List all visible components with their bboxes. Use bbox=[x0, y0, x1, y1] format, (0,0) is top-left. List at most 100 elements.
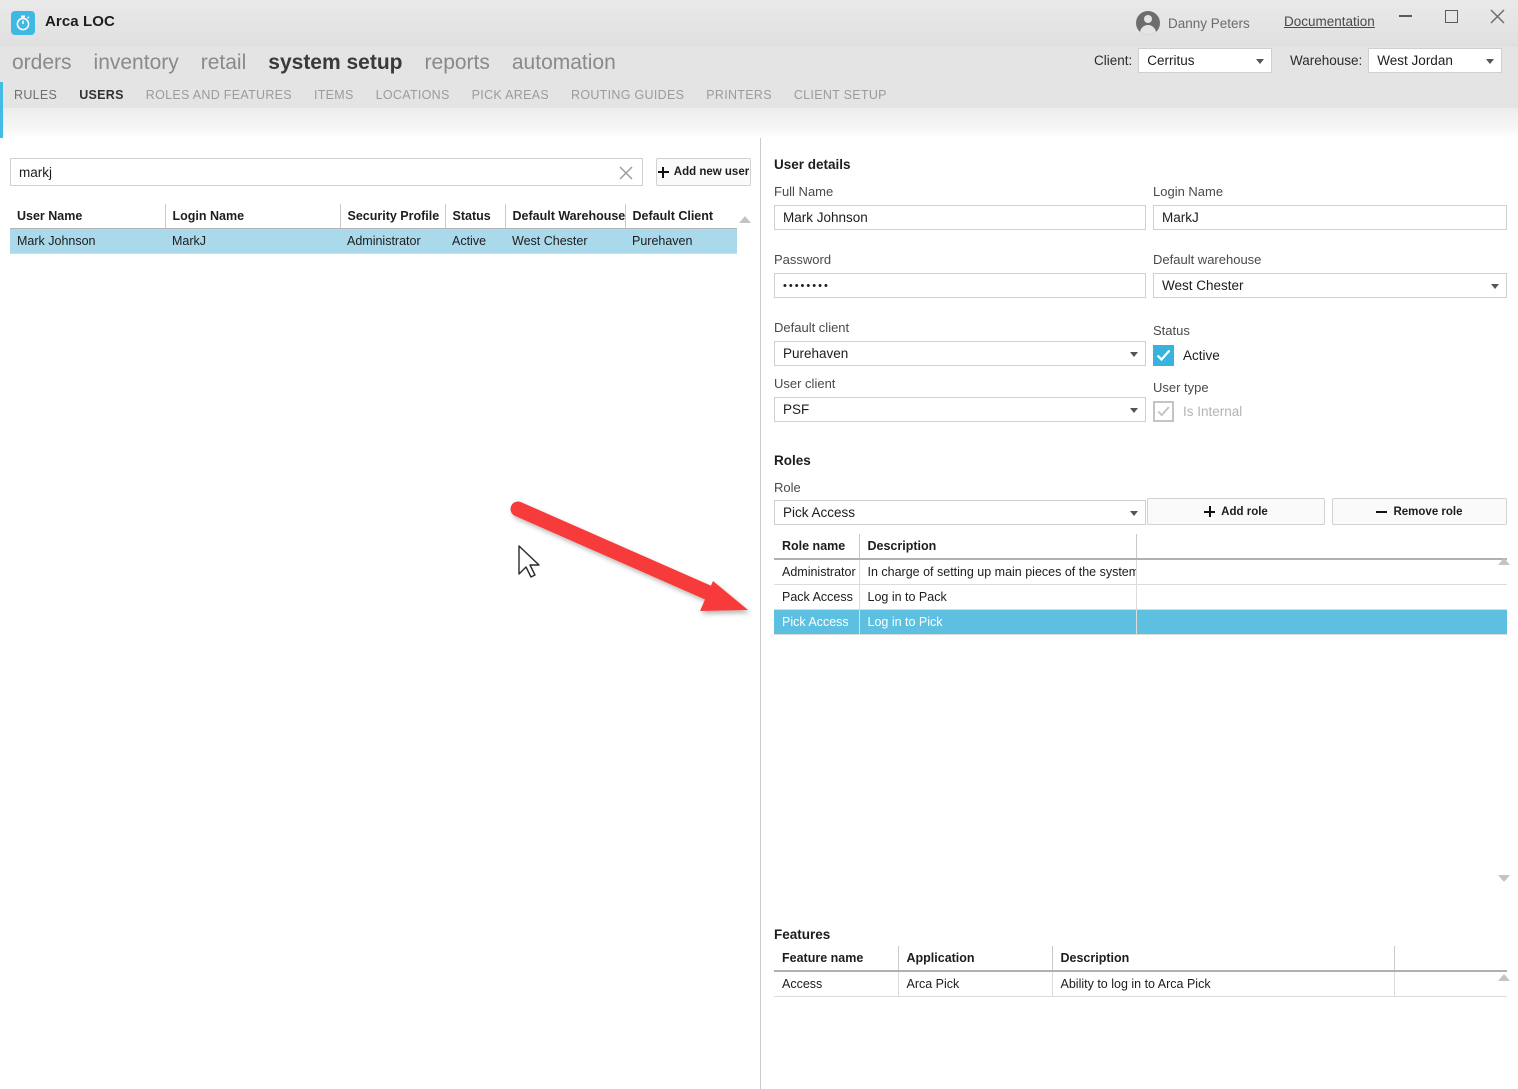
scroll-up-icon[interactable] bbox=[739, 216, 751, 223]
client-dropdown[interactable]: Cerritus bbox=[1138, 48, 1273, 73]
user-client-dropdown[interactable]: PSF bbox=[774, 397, 1146, 422]
default-client-dropdown[interactable]: Purehaven bbox=[774, 341, 1146, 366]
warehouse-selector[interactable]: Warehouse: West Jordan bbox=[1290, 48, 1503, 73]
scroll-up-icon[interactable] bbox=[1498, 974, 1510, 981]
minimize-icon bbox=[1398, 15, 1412, 17]
default-warehouse-value: West Chester bbox=[1162, 278, 1244, 293]
table-cell: Administrator bbox=[340, 228, 445, 254]
users-table: User Name Login Name Security Profile Statu… bbox=[10, 204, 737, 254]
subnav-item-roles-and-features[interactable]: ROLES AND FEATURES bbox=[146, 88, 292, 102]
remove-role-button[interactable]: Remove role bbox=[1332, 498, 1507, 525]
nav-gradient-spacer bbox=[0, 108, 1518, 138]
chevron-down-icon bbox=[1130, 510, 1138, 516]
users-table-header: User Name Login Name Security Profile Statu… bbox=[10, 204, 737, 229]
mainnav-item-inventory[interactable]: inventory bbox=[94, 46, 179, 80]
add-role-button[interactable]: Add role bbox=[1147, 498, 1325, 525]
warehouse-label: Warehouse: bbox=[1290, 53, 1363, 68]
mainnav-item-automation[interactable]: automation bbox=[512, 46, 616, 80]
maximize-button[interactable] bbox=[1428, 0, 1474, 32]
full-name-value: Mark Johnson bbox=[783, 210, 868, 225]
table-cell bbox=[1136, 559, 1507, 585]
status-active-checkbox-row[interactable]: Active bbox=[1153, 345, 1220, 366]
full-name-field[interactable]: Mark Johnson bbox=[774, 205, 1146, 230]
minus-icon bbox=[1376, 506, 1388, 517]
subnav-item-printers[interactable]: PRINTERS bbox=[706, 88, 772, 102]
default-warehouse-dropdown[interactable]: West Chester bbox=[1153, 273, 1507, 298]
table-row[interactable]: Mark Johnson MarkJ Administrator Active West… bbox=[10, 228, 737, 254]
column-header bbox=[1136, 534, 1507, 560]
add-role-label: Add role bbox=[1221, 505, 1268, 518]
table-cell: West Chester bbox=[505, 228, 625, 254]
subnav-item-client-setup[interactable]: CLIENT SETUP bbox=[794, 88, 887, 102]
features-table-scrollbar[interactable] bbox=[1496, 974, 1512, 994]
search-input[interactable] bbox=[11, 163, 611, 181]
checkbox-is-internal bbox=[1153, 401, 1174, 422]
column-header bbox=[1394, 946, 1507, 972]
search-box[interactable] bbox=[10, 158, 643, 186]
password-field[interactable]: •••••••• bbox=[774, 273, 1146, 298]
user-type-checkbox-row: Is Internal bbox=[1153, 401, 1242, 422]
mainnav-item-orders[interactable]: orders bbox=[12, 46, 72, 80]
table-row[interactable]: Access Arca Pick Ability to log in to Arca… bbox=[774, 971, 1507, 997]
warehouse-dropdown[interactable]: West Jordan bbox=[1368, 48, 1503, 73]
users-list-panel: Add new user User NameLogin NameSecurity… bbox=[0, 138, 760, 1089]
documentation-link[interactable]: Documentation bbox=[1284, 14, 1375, 29]
scroll-up-icon[interactable] bbox=[1498, 558, 1510, 565]
role-label: Role bbox=[774, 480, 801, 495]
client-label: Client: bbox=[1094, 53, 1133, 68]
default-warehouse-label: Default warehouse bbox=[1153, 252, 1262, 267]
status-active-label: Active bbox=[1183, 348, 1220, 363]
add-new-user-button[interactable]: Add new user bbox=[656, 158, 751, 186]
user-client-label: User client bbox=[774, 376, 836, 391]
column-header: Default Client bbox=[625, 204, 737, 229]
table-cell: Active bbox=[445, 228, 505, 254]
subnav-item-routing-guides[interactable]: ROUTING GUIDES bbox=[571, 88, 684, 102]
subnav-item-pick-areas[interactable]: PICK AREAS bbox=[472, 88, 549, 102]
table-cell: Mark Johnson bbox=[10, 228, 165, 254]
table-cell bbox=[1394, 971, 1507, 997]
table-row[interactable]: Pack Access Log in to Pack bbox=[774, 584, 1507, 610]
sub-navigation: RULES USERS ROLES AND FEATURES ITEMS LOCATIO… bbox=[0, 82, 1518, 108]
maximize-icon bbox=[1444, 9, 1458, 23]
table-row[interactable]: Pick Access Log in to Pick bbox=[774, 609, 1507, 635]
chevron-down-icon bbox=[1491, 283, 1499, 289]
checkbox-active[interactable] bbox=[1153, 345, 1174, 366]
full-name-label: Full Name bbox=[774, 184, 834, 199]
user-type-label: User type bbox=[1153, 380, 1209, 395]
default-client-value: Purehaven bbox=[783, 346, 849, 361]
clear-icon[interactable] bbox=[618, 165, 634, 181]
roles-table-scrollbar[interactable] bbox=[1496, 558, 1512, 898]
mainnav-item-reports[interactable]: reports bbox=[425, 46, 490, 80]
user-menu[interactable]: Danny Peters bbox=[1136, 11, 1250, 35]
add-new-user-label: Add new user bbox=[673, 166, 750, 178]
minimize-button[interactable] bbox=[1382, 0, 1428, 32]
application-window: Arca LOC Danny Peters Documentation orde… bbox=[0, 0, 1518, 1089]
role-dropdown[interactable]: Pick Access bbox=[774, 500, 1146, 525]
warehouse-value: West Jordan bbox=[1377, 53, 1453, 68]
subnav-item-items[interactable]: ITEMS bbox=[314, 88, 354, 102]
subnav-item-rules[interactable]: RULES bbox=[14, 88, 57, 102]
column-header: Login Name bbox=[165, 204, 341, 229]
login-name-field[interactable]: MarkJ bbox=[1153, 205, 1507, 230]
scroll-down-icon[interactable] bbox=[1498, 875, 1510, 882]
login-name-value: MarkJ bbox=[1162, 210, 1199, 225]
chevron-down-icon bbox=[1256, 58, 1265, 64]
column-header: User Name bbox=[10, 204, 166, 229]
subnav-item-users[interactable]: USERS bbox=[79, 88, 124, 102]
user-name-label: Danny Peters bbox=[1168, 15, 1250, 31]
user-client-value: PSF bbox=[783, 402, 810, 417]
plus-icon bbox=[657, 166, 669, 178]
client-selector[interactable]: Client: Cerritus bbox=[1094, 48, 1273, 73]
table-cell bbox=[1136, 584, 1507, 610]
app-title: Arca LOC bbox=[45, 13, 115, 30]
password-label: Password bbox=[774, 252, 832, 267]
mainnav-item-system-setup[interactable]: system setup bbox=[268, 46, 402, 80]
close-button[interactable] bbox=[1474, 0, 1518, 32]
mainnav-item-retail[interactable]: retail bbox=[201, 46, 247, 80]
chevron-down-icon bbox=[1130, 351, 1138, 357]
password-value: •••••••• bbox=[783, 279, 830, 292]
users-table-scrollbar[interactable] bbox=[737, 216, 753, 240]
status-label: Status bbox=[1153, 323, 1190, 338]
subnav-item-locations[interactable]: LOCATIONS bbox=[376, 88, 450, 102]
table-row[interactable]: Administrator In charge of setting up mai… bbox=[774, 559, 1507, 585]
